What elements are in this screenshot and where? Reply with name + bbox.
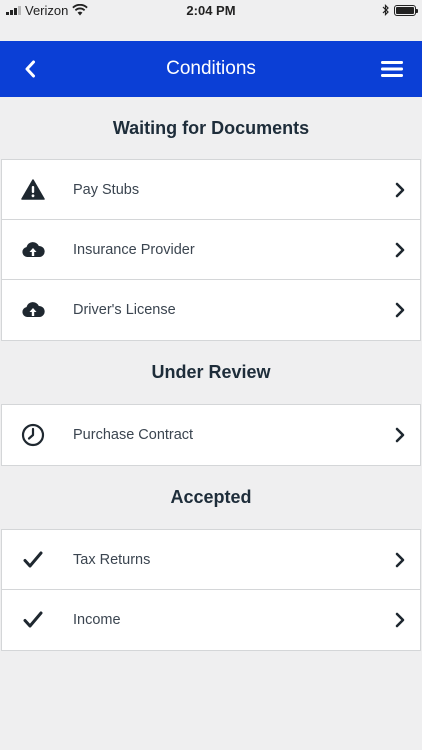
cloud-upload-icon [2,301,64,319]
menu-button[interactable] [362,41,422,97]
section-title-under-review: Under Review [151,362,271,382]
list-accepted: Tax Returns Income [1,529,421,651]
chevron-right-icon [380,612,420,628]
checkmark-icon [2,551,64,569]
list-under-review: Purchase Contract [1,404,421,466]
list-item-label: Driver's License [73,302,176,318]
nav-bar: Conditions [0,41,422,97]
list-item-purchase-contract[interactable]: Purchase Contract [2,405,420,465]
chevron-right-icon [380,182,420,198]
list-item-label: Purchase Contract [73,427,194,443]
chevron-right-icon [380,427,420,443]
list-item-drivers-license[interactable]: Driver's License [2,280,420,340]
battery-icon [394,4,418,16]
checkmark-icon [2,611,64,629]
list-item-insurance-provider[interactable]: Insurance Provider [2,220,420,280]
page-title: Conditions [166,58,256,79]
section-title-accepted: Accepted [170,487,252,507]
hamburger-menu-icon [381,61,403,77]
clock-icon [2,423,64,447]
list-item-label: Tax Returns [73,551,151,568]
warning-icon [2,179,64,200]
section-waiting: Waiting for Documents Pay Stubs Insuranc… [0,97,422,341]
chevron-left-icon [25,60,35,78]
list-item-pay-stubs[interactable]: Pay Stubs [2,160,420,220]
list-item-label: Pay Stubs [73,181,140,198]
list-item-tax-returns[interactable]: Tax Returns [2,530,420,590]
section-under-review: Under Review Purchase Contract [0,341,422,466]
list-waiting: Pay Stubs Insurance Provider Driver's Li… [1,159,421,341]
list-item-label: Income [73,612,121,628]
cloud-upload-icon [2,241,64,259]
section-title-waiting: Waiting for Documents [112,118,310,138]
chevron-right-icon [380,242,420,258]
back-button[interactable] [0,41,60,97]
status-time: 2:04 PM [186,3,236,18]
chevron-right-icon [380,552,420,568]
status-bar: Verizon 2:04 PM [0,0,422,20]
section-accepted: Accepted Tax Returns Income [0,466,422,651]
list-item-income[interactable]: Income [2,590,420,650]
chevron-right-icon [380,302,420,318]
list-item-label: Insurance Provider [73,241,195,258]
